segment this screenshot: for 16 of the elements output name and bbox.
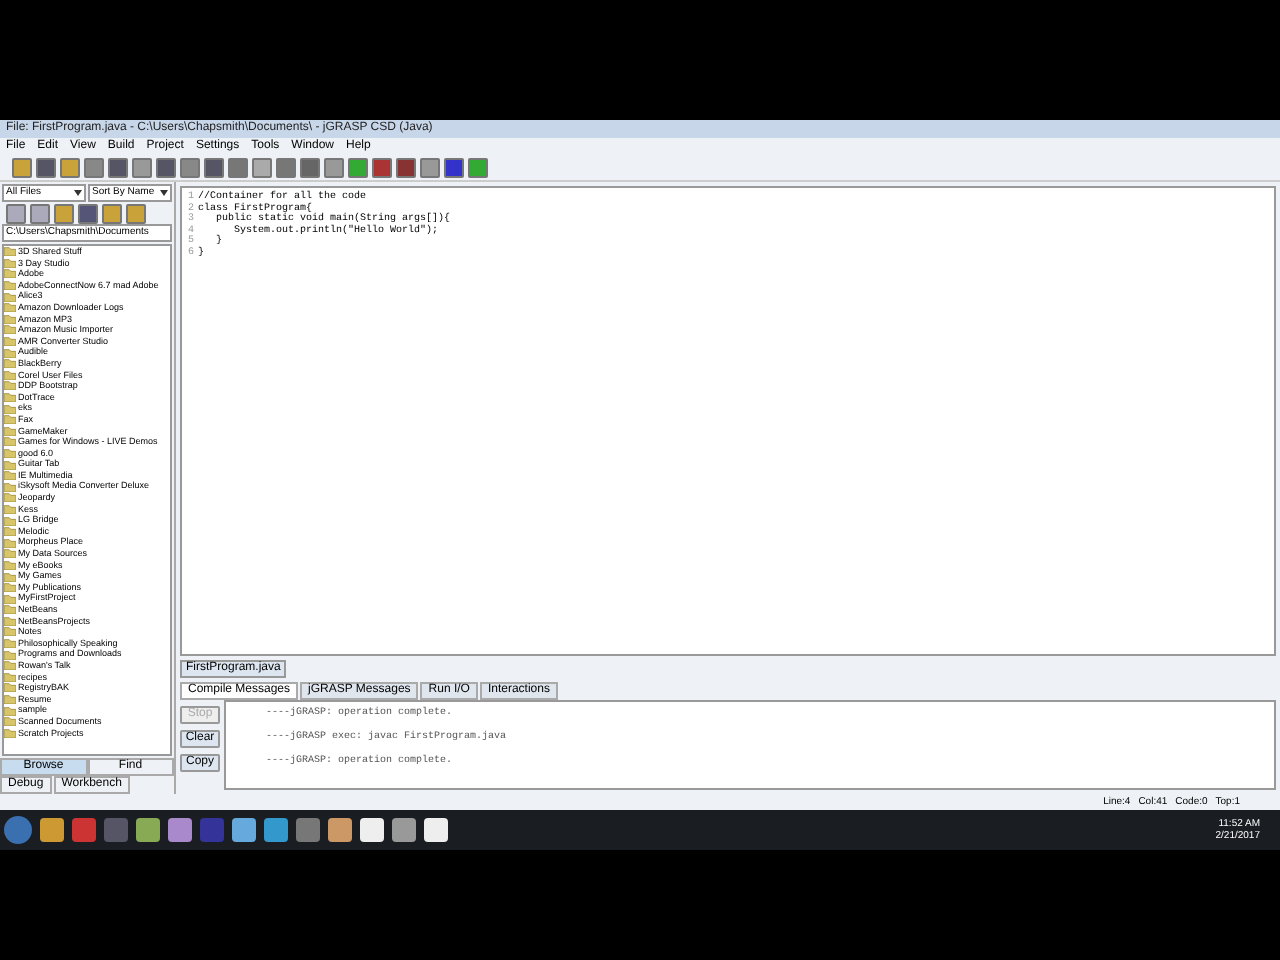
taskbar-app-icon[interactable] xyxy=(200,818,224,842)
taskbar-app-icon[interactable] xyxy=(104,818,128,842)
caret-icon xyxy=(160,190,168,196)
taskbar-app-icon[interactable] xyxy=(72,818,96,842)
taskbar-app-icon[interactable] xyxy=(264,818,288,842)
taskbar-app-icon[interactable] xyxy=(392,818,416,842)
caret-icon xyxy=(74,190,82,196)
taskbar-app-icon[interactable] xyxy=(136,818,160,842)
taskbar-app-icon[interactable] xyxy=(328,818,352,842)
start-icon[interactable] xyxy=(4,816,32,844)
taskbar-app-icon[interactable] xyxy=(232,818,256,842)
taskbar-app-icon[interactable] xyxy=(360,818,384,842)
taskbar-app-icon[interactable] xyxy=(296,818,320,842)
taskbar-app-icon[interactable] xyxy=(168,818,192,842)
taskbar-app-icon[interactable] xyxy=(40,818,64,842)
taskbar-app-icon[interactable] xyxy=(424,818,448,842)
